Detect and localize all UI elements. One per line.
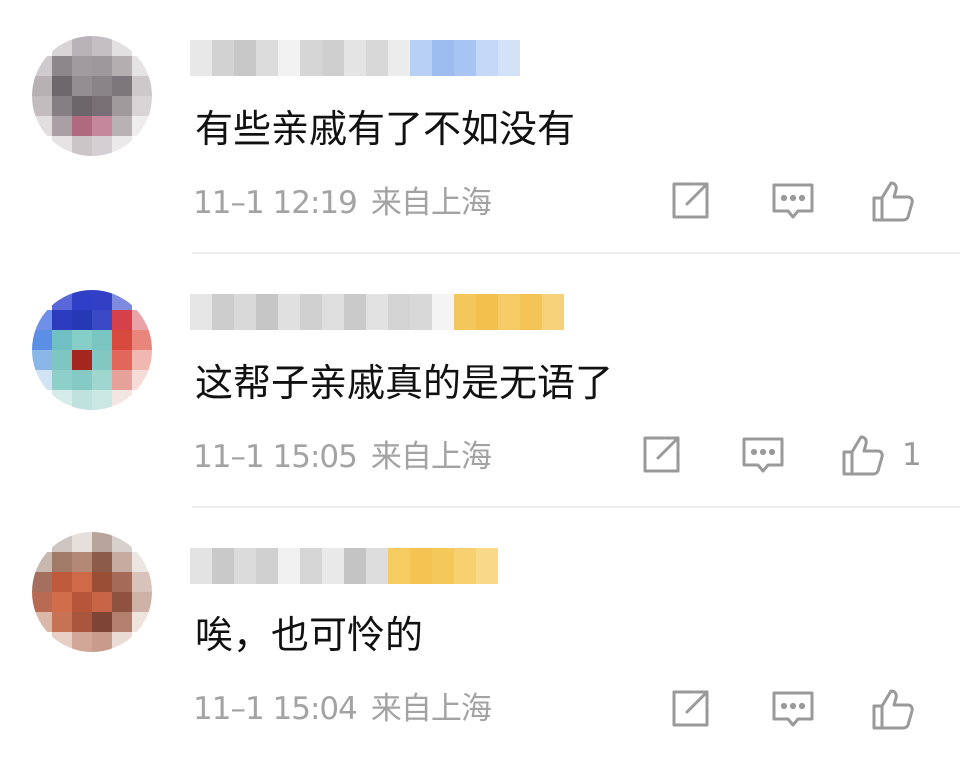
comment-icon[interactable] xyxy=(770,178,816,224)
comment-text: 唉，也可怜的 xyxy=(195,613,424,657)
comment-item: 有些亲戚有了不如没有 11–1 12:19 来自上海 xyxy=(0,0,960,252)
username-blurred[interactable] xyxy=(190,294,564,330)
comment-meta: 11–1 12:19 来自上海 xyxy=(193,182,492,224)
comment-meta: 11–1 15:04 来自上海 xyxy=(193,688,492,730)
comment-location: 来自上海 xyxy=(370,185,492,221)
comment-icon[interactable] xyxy=(740,432,786,478)
avatar[interactable] xyxy=(32,290,152,410)
share-icon[interactable] xyxy=(667,178,713,224)
comment-item: 唉，也可怜的 11–1 15:04 来自上海 xyxy=(0,508,960,760)
comment-time: 11–1 12:19 xyxy=(193,185,358,221)
comment-icon[interactable] xyxy=(770,686,816,732)
share-icon[interactable] xyxy=(667,686,713,732)
comment-text: 这帮子亲戚真的是无语了 xyxy=(195,361,614,405)
username-blurred[interactable] xyxy=(190,548,498,584)
comment-text: 有些亲戚有了不如没有 xyxy=(195,107,576,151)
comment-time: 11–1 15:04 xyxy=(193,691,358,727)
thumbs-up-icon[interactable] xyxy=(840,432,886,478)
avatar[interactable] xyxy=(32,36,152,156)
comment-meta: 11–1 15:05 来自上海 xyxy=(193,436,492,478)
username-blurred[interactable] xyxy=(190,40,520,76)
share-icon[interactable] xyxy=(638,432,684,478)
comment-item: 这帮子亲戚真的是无语了 11–1 15:05 来自上海 1 xyxy=(0,254,960,506)
like-count: 1 xyxy=(902,437,922,473)
thumbs-up-icon[interactable] xyxy=(870,686,916,732)
comment-time: 11–1 15:05 xyxy=(193,439,358,475)
comment-location: 来自上海 xyxy=(370,691,492,727)
thumbs-up-icon[interactable] xyxy=(870,178,916,224)
avatar[interactable] xyxy=(32,532,152,652)
comment-location: 来自上海 xyxy=(370,439,492,475)
